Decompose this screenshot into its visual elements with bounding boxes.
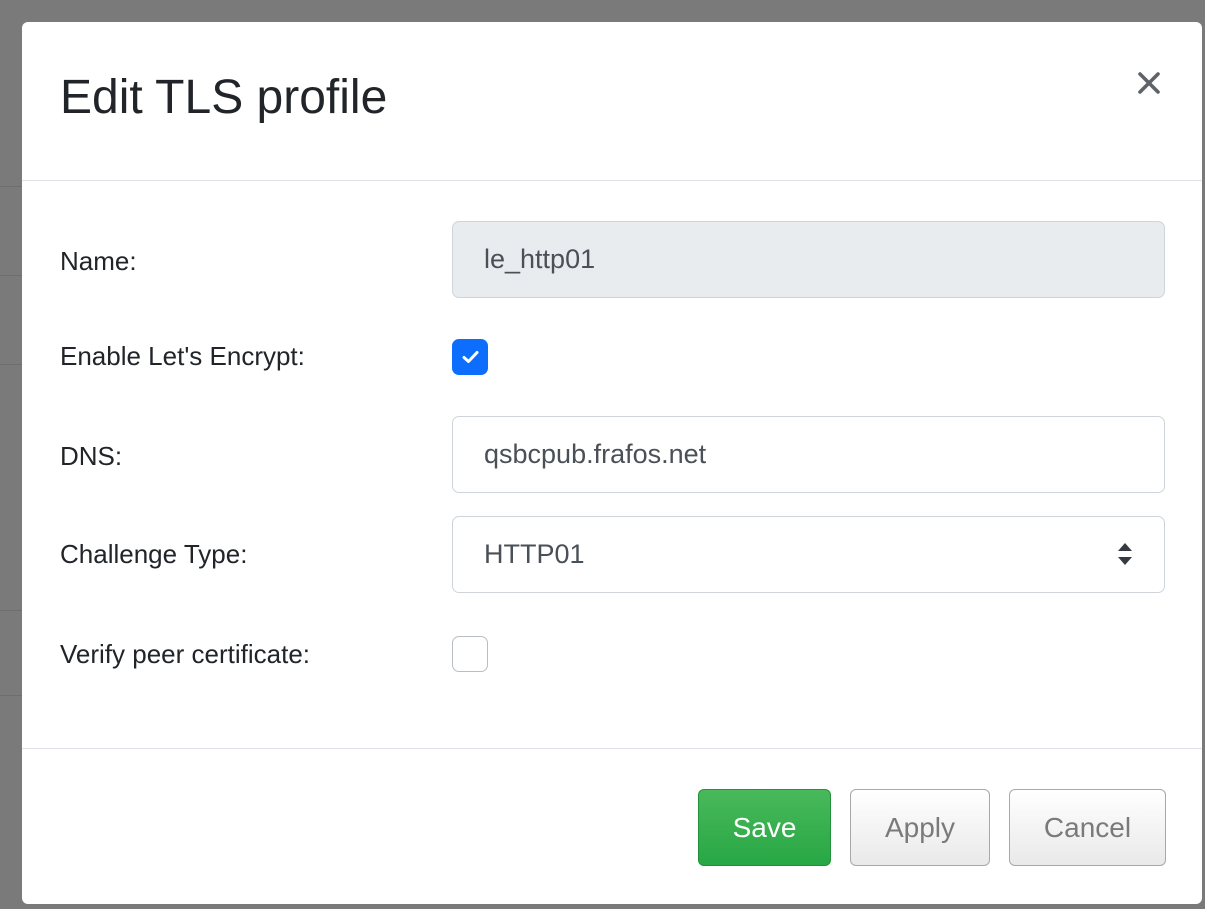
challenge-type-select[interactable]: HTTP01 [452,516,1165,593]
challenge-type-selected-value: HTTP01 [484,539,585,569]
name-label: Name: [60,246,137,276]
dialog-body: Name: Enable Let's Encrypt: DNS: Challen… [22,181,1202,749]
save-button[interactable]: Save [698,789,831,866]
name-input[interactable] [452,221,1165,298]
apply-button[interactable]: Apply [850,789,990,866]
backdrop-divider [0,186,22,187]
form-row-dns: DNS: [22,416,1202,494]
backdrop-divider [0,364,22,365]
close-icon [1138,72,1160,94]
select-arrows-icon [1118,543,1132,565]
dialog-footer: Save Apply Cancel [22,748,1202,904]
form-row-challenge-type: Challenge Type: HTTP01 [22,516,1202,593]
backdrop-divider [0,610,22,611]
checkmark-icon [462,351,479,363]
dialog-header: Edit TLS profile [22,22,1202,181]
form-row-enable-lets-encrypt: Enable Let's Encrypt: [22,339,1202,375]
dns-label: DNS: [60,441,123,471]
enable-lets-encrypt-checkbox[interactable] [452,339,488,375]
dns-input[interactable] [452,416,1165,493]
enable-lets-encrypt-label: Enable Let's Encrypt: [60,341,305,371]
form-row-verify-peer-certificate: Verify peer certificate: [22,636,1202,672]
verify-peer-certificate-label: Verify peer certificate: [60,639,310,669]
challenge-type-label: Challenge Type: [60,539,248,569]
close-button[interactable] [1132,66,1166,100]
dialog-title: Edit TLS profile [60,71,388,124]
verify-peer-certificate-checkbox[interactable] [452,636,488,672]
backdrop-divider [0,275,22,276]
cancel-button[interactable]: Cancel [1009,789,1166,866]
backdrop-divider [0,695,22,696]
form-row-name: Name: [22,221,1202,298]
edit-tls-profile-dialog: Edit TLS profile Name: Enable Let's Encr… [22,22,1202,904]
